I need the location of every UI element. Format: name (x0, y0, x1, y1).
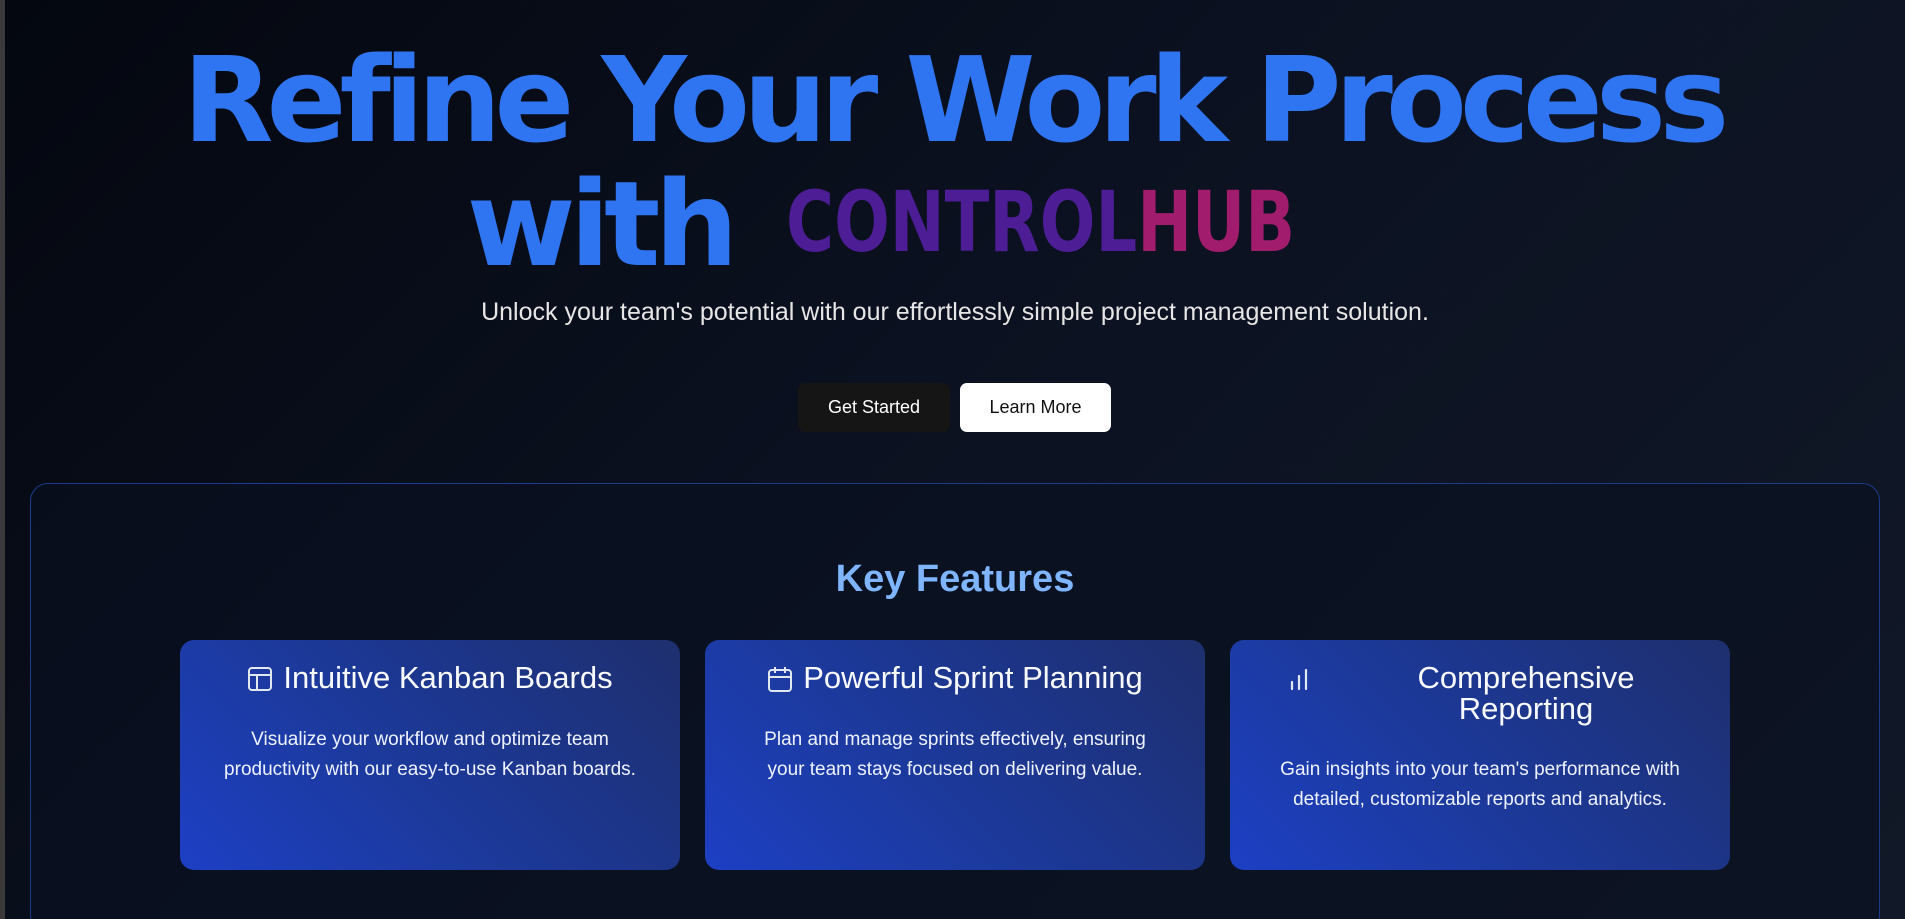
feature-card-reporting: Comprehensive Reporting Gain insights in… (1230, 640, 1730, 870)
bar-chart-icon (1290, 668, 1308, 691)
feature-card-title: Comprehensive Reporting (1417, 660, 1635, 726)
hero-subtitle: Unlock your team's potential with our ef… (481, 298, 1429, 326)
brand-logo: CONTROLHUB (786, 162, 1295, 282)
feature-card-description: Plan and manage sprints effectively, ens… (764, 729, 1146, 780)
feature-card-title: Intuitive Kanban Boards (283, 660, 613, 695)
features-title: Key Features (835, 558, 1075, 600)
feature-card-header: Intuitive Kanban Boards (180, 662, 680, 693)
feature-card-title: Powerful Sprint Planning (803, 660, 1143, 695)
learn-more-button[interactable]: Learn More (960, 383, 1111, 432)
feature-card-sprint: Powerful Sprint Planning Plan and manage… (705, 640, 1205, 870)
feature-card-header: Comprehensive Reporting (1230, 662, 1730, 724)
brand-logo-hub: HUB (1136, 173, 1295, 271)
hero-title: Refine Your Work Process (182, 31, 1730, 169)
get-started-button[interactable]: Get Started (798, 383, 950, 432)
feature-card-kanban: Intuitive Kanban Boards Visualize your w… (180, 640, 680, 870)
feature-card-header: Powerful Sprint Planning (705, 662, 1205, 693)
feature-card-description: Visualize your workflow and optimize tea… (224, 729, 636, 780)
hero-with-text: with (466, 155, 739, 293)
layout-icon (248, 667, 273, 691)
calendar-icon (768, 667, 793, 692)
brand-logo-control: CONTROL (785, 173, 1137, 271)
hero-title-line2: with CONTROLHUB (0, 162, 1905, 284)
feature-card-description: Gain insights into your team's performan… (1280, 759, 1680, 810)
